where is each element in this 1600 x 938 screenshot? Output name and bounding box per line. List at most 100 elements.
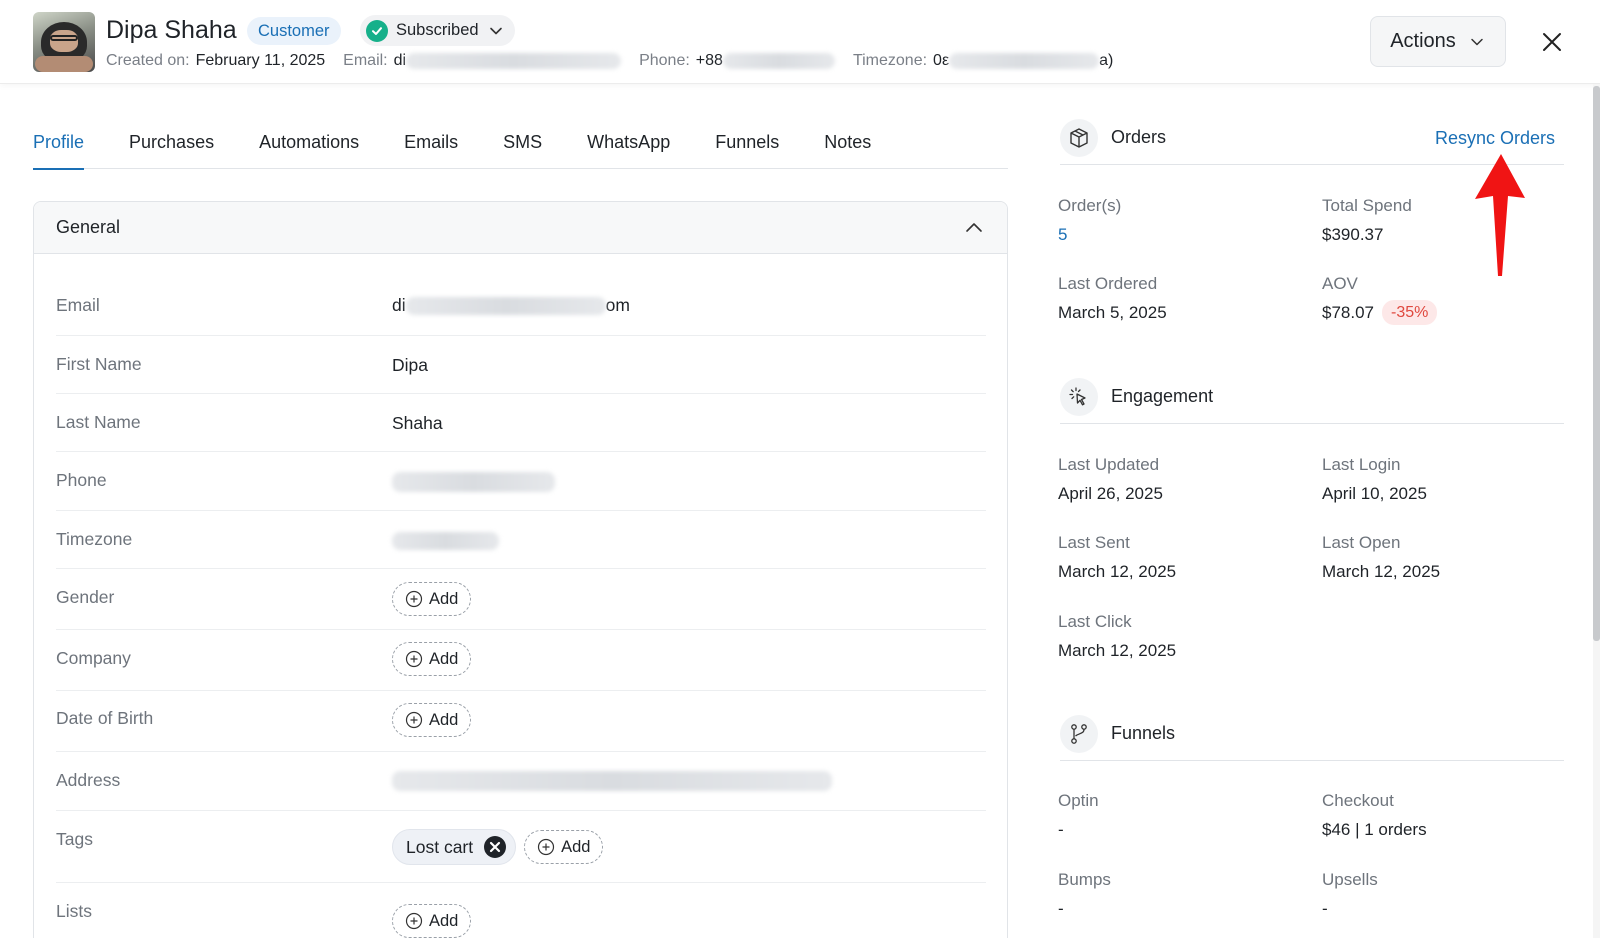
general-card-header[interactable]: General [34,202,1007,254]
gender-label: Gender [56,587,115,607]
company-label: Company [56,648,131,668]
row-address: Address [56,752,986,811]
customer-badge: Customer [247,17,341,45]
plus-circle-icon [405,590,423,608]
row-gender: Gender Add [56,569,986,630]
annotation-arrow [1475,154,1525,276]
x-circle-icon[interactable] [483,835,507,859]
tags-label: Tags [56,829,93,849]
cursor-click-icon [1060,377,1098,416]
profile-tabs: Profile Purchases Automations Emails SMS… [33,118,1008,170]
resync-orders-link[interactable]: Resync Orders [1435,128,1555,149]
close-icon[interactable] [1537,27,1567,57]
aov: AOV $78.07 -35% [1322,274,1438,325]
row-timezone: Timezone [56,511,986,569]
plus-circle-icon [405,650,423,668]
orders-title: Orders [1111,127,1167,147]
aov-value: $78.07 [1322,302,1374,322]
optin-value: - [1058,820,1064,839]
tag-label: Lost cart [406,836,474,857]
timezone-value [392,532,499,550]
redacted-phone [722,53,835,69]
last-click: Last Click March 12, 2025 [1058,612,1177,660]
last-open: Last Open March 12, 2025 [1322,533,1441,581]
row-company: Company Add [56,630,986,691]
last-name-label: Last Name [56,412,141,432]
phone-value [392,472,555,492]
first-name-label: First Name [56,354,142,374]
upsells: Upsells - [1322,870,1378,918]
add-gender-button[interactable]: Add [392,582,472,616]
meta-phone: Phone: +88 [639,52,835,70]
created-on: Created on: February 11, 2025 [106,52,326,69]
plus-circle-icon [405,711,423,729]
timezone-label: Timezone [56,529,133,549]
upsells-value: - [1322,899,1328,918]
contact-name: Dipa Shaha [106,16,237,44]
row-tags: Tags Lost cart Add [56,811,986,883]
add-tag-button[interactable]: Add [524,830,604,864]
add-date-of-birth-button[interactable]: Add [392,703,472,737]
meta-email-value: di [393,52,407,69]
actions-label: Actions [1390,30,1456,52]
actions-button[interactable]: Actions [1370,16,1506,67]
first-name-value: Dipa [392,355,428,375]
subscription-status-dropdown[interactable]: Subscribed [360,15,515,46]
meta-timezone-value: 0ε [933,52,950,69]
row-last-name: Last Name Shaha [56,394,986,452]
row-lists: Lists Add [56,883,986,938]
row-date-of-birth: Date of Birth Add [56,691,986,752]
tab-notes[interactable]: Notes [824,118,871,169]
email-value: di om [392,295,630,315]
tag-chip: Lost cart [392,829,517,865]
tab-purchases[interactable]: Purchases [129,118,214,169]
meta-email: Email: di [343,52,622,70]
redacted-phone-field [392,472,555,492]
last-updated-value: April 26, 2025 [1058,484,1163,503]
meta-phone-value: +88 [695,52,723,69]
redacted-email [406,53,622,69]
subscription-status-label: Subscribed [396,21,479,39]
bumps: Bumps - [1058,870,1111,918]
redacted-email-field [405,296,606,315]
phone-label: Phone [56,470,107,490]
row-first-name: First Name Dipa [56,336,986,394]
row-phone: Phone [56,452,986,511]
last-open-value: March 12, 2025 [1322,562,1441,581]
orders-count: Order(s) 5 [1058,196,1122,245]
box-icon [1060,118,1098,157]
last-login-value: April 10, 2025 [1322,484,1427,503]
tab-profile[interactable]: Profile [33,118,85,170]
address-value [392,771,832,791]
chevron-down-icon [489,27,502,34]
tab-automations[interactable]: Automations [259,118,359,169]
last-name-value: Shaha [392,413,443,433]
funnels-section-header: Funnels [1060,707,1564,761]
contact-meta: Created on: February 11, 2025 Email: di … [106,52,1131,70]
bumps-value: - [1058,899,1064,918]
check-badge-icon [366,19,388,42]
tab-whatsapp[interactable]: WhatsApp [587,118,670,169]
scrollbar-thumb[interactable] [1593,86,1600,641]
add-company-button[interactable]: Add [392,642,472,676]
tab-sms[interactable]: SMS [503,118,542,169]
aov-change-badge: -35% [1382,300,1438,325]
last-sent-value: March 12, 2025 [1058,562,1177,581]
last-click-value: March 12, 2025 [1058,641,1177,660]
general-title: General [56,217,121,237]
orders-count-value[interactable]: 5 [1058,225,1121,245]
row-email: Email di om [56,254,986,336]
git-branch-icon [1060,714,1098,753]
general-card: General Email di om First Name Dipa Last… [33,201,1008,938]
add-list-button[interactable]: Add [392,904,472,938]
total-spend-value: $390.37 [1322,225,1384,244]
last-ordered: Last Ordered March 5, 2025 [1058,274,1167,322]
engagement-title: Engagement [1111,386,1214,406]
tab-funnels[interactable]: Funnels [715,118,779,169]
funnels-title: Funnels [1111,723,1176,743]
checkout: Checkout $46 | 1 orders [1322,791,1427,839]
optin: Optin - [1058,791,1099,839]
chevron-up-icon [966,222,982,232]
date-of-birth-label: Date of Birth [56,708,154,728]
tab-emails[interactable]: Emails [404,118,458,169]
